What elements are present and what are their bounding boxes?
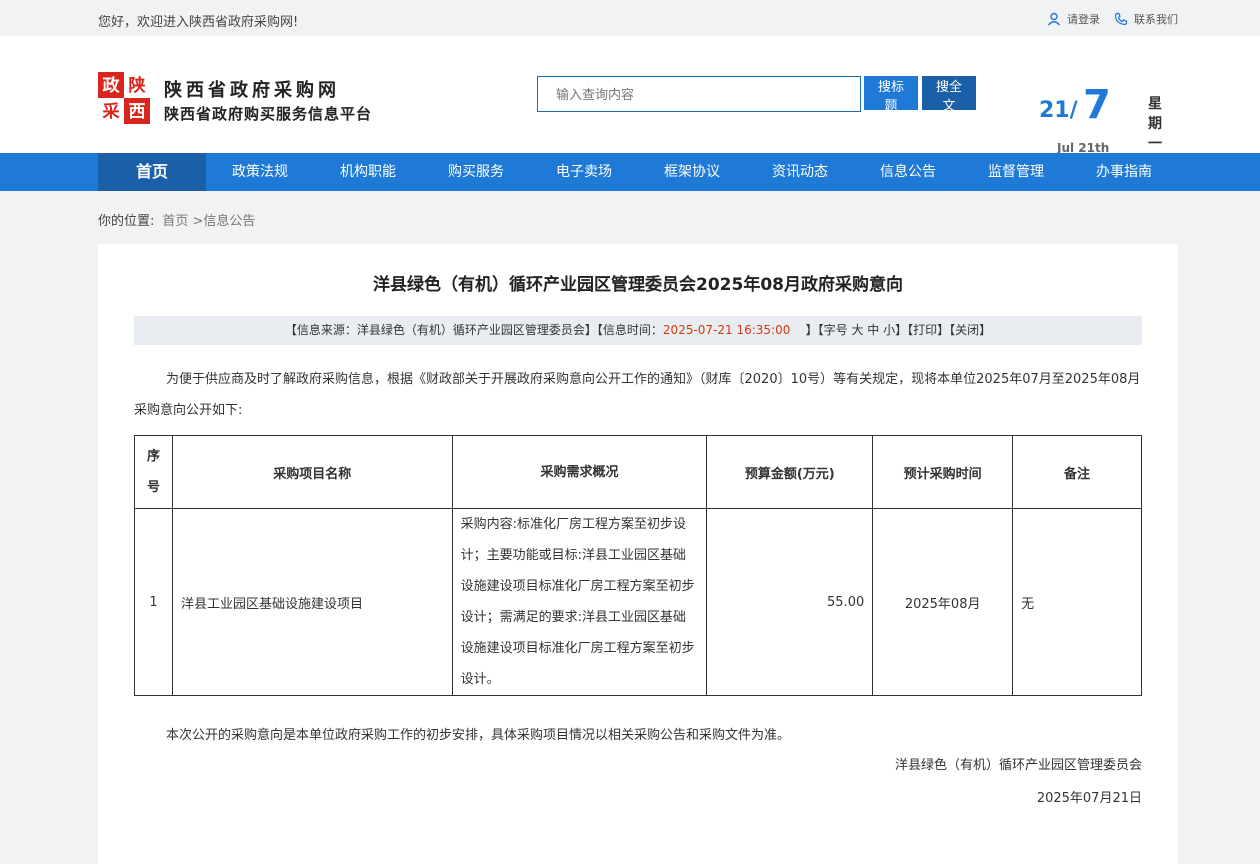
col-header-time: 预计采购时间: [872, 435, 1014, 509]
svg-text:采: 采: [102, 102, 120, 122]
table-header-row: 序号 采购项目名称 采购需求概况 预算金额(万元) 预计采购时间 备注: [134, 435, 1142, 509]
cell-project-name: 洋县工业园区基础设施建设项目: [171, 508, 453, 696]
cell-remark: 无: [1012, 508, 1142, 696]
col-header-index: 序号: [134, 435, 173, 509]
breadcrumb: 你的位置: 首页 >信息公告: [98, 210, 255, 229]
nav-item-announcements[interactable]: 信息公告: [854, 153, 962, 191]
article-intro: 为便于供应商及时了解政府采购信息，根据《财政部关于开展政府采购意向公开工作的通知…: [134, 372, 1141, 418]
meta-source: 【信息来源：洋县绿色（有机）循环产业园区管理委员会】【信息时间：: [284, 323, 663, 337]
nav-item-framework[interactable]: 框架协议: [638, 153, 746, 191]
site-header: 政 陕 采 西 陕西省政府采购网 陕西省政府购买服务信息平台 搜标题 搜全文 2…: [0, 36, 1260, 155]
article-signature: 洋县绿色（有机）循环产业园区管理委员会: [894, 758, 1142, 773]
search-fulltext-button[interactable]: 搜全文: [922, 76, 976, 113]
col-header-budget: 预算金额(万元): [706, 435, 874, 509]
breadcrumb-label: 你的位置:: [98, 214, 155, 229]
search-input[interactable]: [537, 76, 861, 112]
article-meta: 【信息来源：洋县绿色（有机）循环产业园区管理委员会】【信息时间：2025-07-…: [134, 316, 1142, 345]
meta-time: 2025-07-21 16:35:00: [662, 323, 791, 337]
site-title: 陕西省政府采购网: [164, 80, 340, 101]
article-title: 洋县绿色（有机）循环产业园区管理委员会2025年08月政府采购意向: [373, 275, 903, 295]
article-panel: 洋县绿色（有机）循环产业园区管理委员会2025年08月政府采购意向 【信息来源：…: [98, 244, 1178, 864]
nav-item-supervision[interactable]: 监督管理: [962, 153, 1070, 191]
cell-budget: 55.00: [706, 508, 874, 696]
col-header-demand: 采购需求概况: [451, 435, 708, 509]
nav-item-policy[interactable]: 政策法规: [206, 153, 314, 191]
user-icon: [1047, 12, 1061, 26]
breadcrumb-path[interactable]: 首页 >信息公告: [162, 214, 255, 229]
cell-index: 1: [134, 508, 173, 696]
nav-item-home[interactable]: 首页: [98, 153, 206, 191]
cell-time: 2025年08月: [872, 508, 1014, 696]
svg-text:政: 政: [103, 75, 121, 96]
top-links: 请登录 联系我们: [1047, 11, 1178, 27]
table-row: 1 洋县工业园区基础设施建设项目 采购内容:标准化厂房工程方案至初步设计；主要功…: [134, 508, 1142, 696]
svg-text:西: 西: [129, 102, 146, 122]
top-bar: 您好，欢迎进入陕西省政府采购网! 请登录 联系我们: [0, 0, 1260, 36]
article-sign-date: 2025年07月21日: [1036, 791, 1142, 806]
main-nav: 首页 政策法规 机构职能 购买服务 电子卖场 框架协议 资讯动态 信息公告 监督…: [0, 153, 1260, 191]
weekday: 星期一: [1148, 96, 1162, 152]
login-label: 请登录: [1067, 13, 1100, 26]
date-month: 7: [1083, 82, 1111, 128]
site-logo[interactable]: 政 陕 采 西: [98, 72, 150, 124]
site-subtitle: 陕西省政府购买服务信息平台: [164, 105, 373, 123]
contact-label: 联系我们: [1134, 13, 1178, 26]
col-header-project-name: 采购项目名称: [171, 435, 453, 509]
meta-tools[interactable]: 】【字号 大 中 小】【打印】【关闭】: [806, 323, 991, 337]
nav-item-news[interactable]: 资讯动态: [746, 153, 854, 191]
login-link[interactable]: 请登录: [1047, 11, 1100, 27]
nav-item-institution[interactable]: 机构职能: [314, 153, 422, 191]
search-title-button[interactable]: 搜标题: [864, 76, 918, 113]
col-header-remark: 备注: [1012, 435, 1142, 509]
welcome-text: 您好，欢迎进入陕西省政府采购网!: [98, 15, 299, 30]
phone-icon: [1114, 12, 1128, 26]
nav-item-purchase-service[interactable]: 购买服务: [422, 153, 530, 191]
article-note: 本次公开的采购意向是本单位政府采购工作的初步安排，具体采购项目情况以相关采购公告…: [166, 728, 791, 743]
date-day: 21/: [1039, 98, 1078, 123]
nav-item-guide[interactable]: 办事指南: [1070, 153, 1178, 191]
procurement-table: 序号 采购项目名称 采购需求概况 预算金额(万元) 预计采购时间 备注 1 洋县…: [134, 435, 1142, 696]
svg-text:陕: 陕: [129, 75, 146, 96]
nav-item-e-mall[interactable]: 电子卖场: [530, 153, 638, 191]
contact-link[interactable]: 联系我们: [1114, 11, 1178, 27]
cell-demand: 采购内容:标准化厂房工程方案至初步设计；主要功能或目标:洋县工业园区基础设施建设…: [451, 508, 708, 696]
